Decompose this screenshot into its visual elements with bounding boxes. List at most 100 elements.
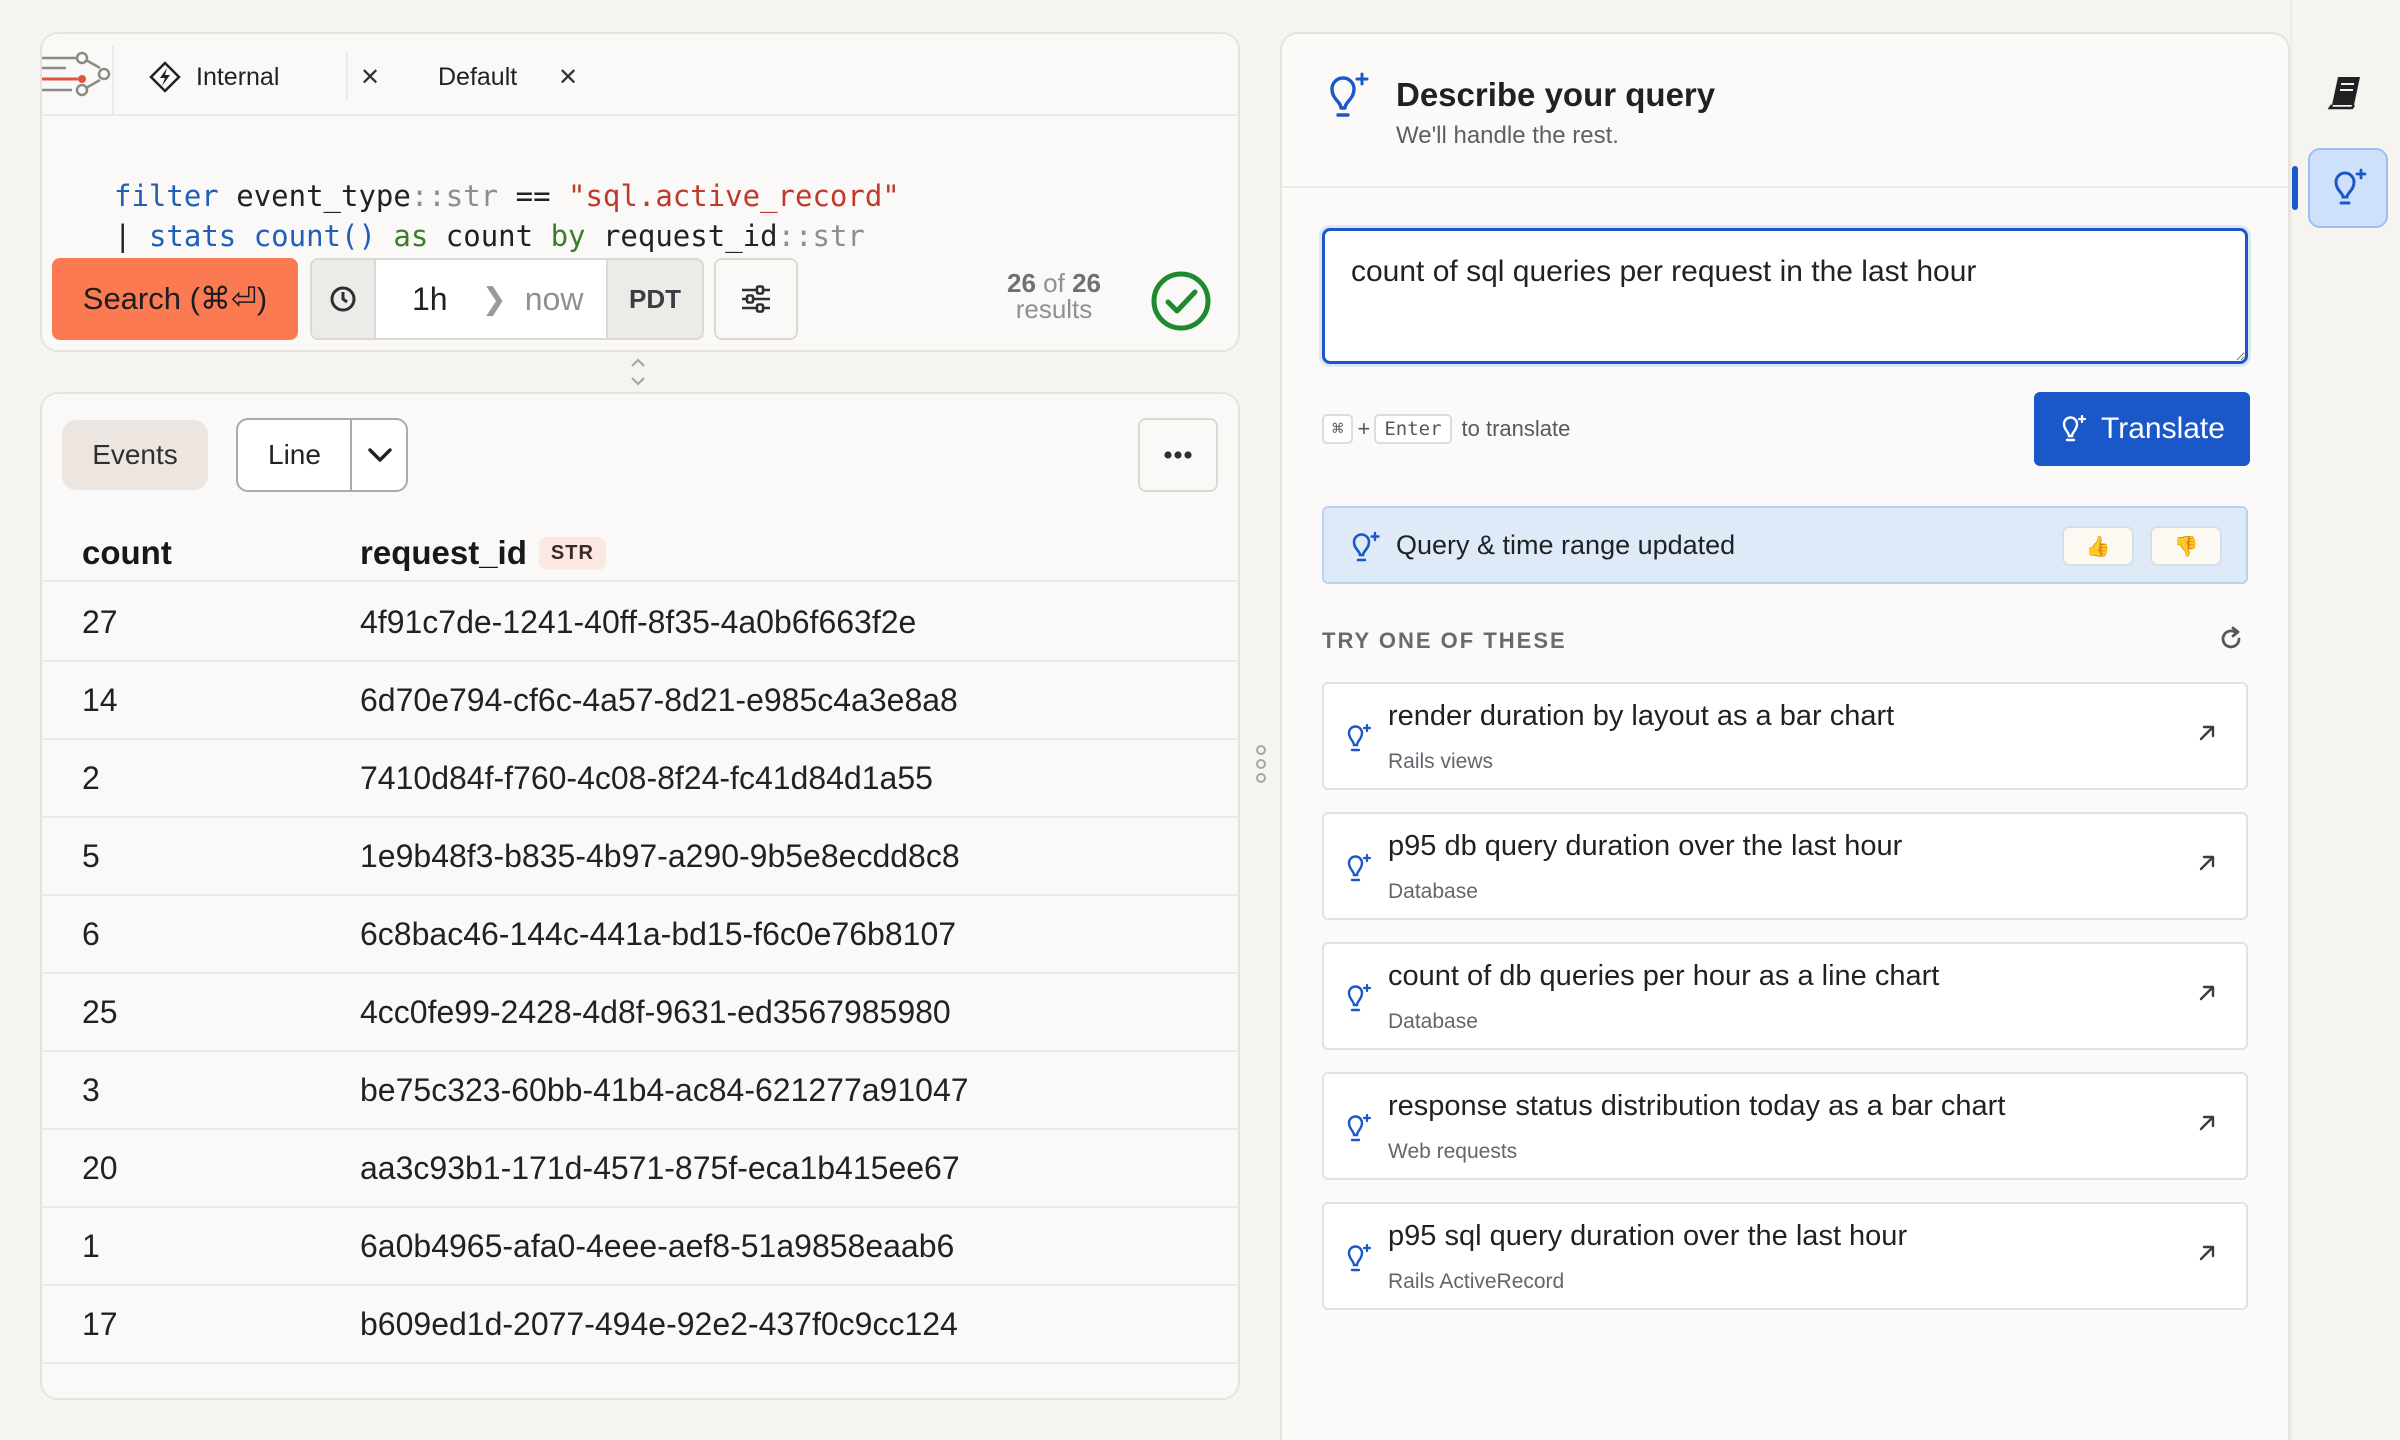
arrow-up-right-icon [2196, 1242, 2218, 1269]
suggestion-card[interactable]: p95 db query duration over the last hour… [1322, 812, 2248, 920]
table-row[interactable]: 20 aa3c93b1-171d-4571-875f-eca1b415ee67 [42, 1130, 1238, 1208]
lightbulb-sparkle-icon [1344, 852, 1372, 889]
search-button[interactable]: Search (⌘⏎) [52, 258, 298, 340]
enter-key: Enter [1374, 414, 1452, 444]
code-token: as [393, 219, 429, 253]
tab-internal[interactable]: Internal [148, 56, 279, 98]
table-row[interactable]: 6 6c8bac46-144c-441a-bd15-f6c0e76b8107 [42, 896, 1238, 974]
table-row[interactable]: 14 6d70e794-cf6c-4a57-8d21-e985c4a3e8a8 [42, 662, 1238, 740]
cell-count: 27 [82, 603, 118, 640]
suggestion-card[interactable]: response status distribution today as a … [1322, 1072, 2248, 1180]
cell-count: 5 [82, 837, 100, 874]
cell-count: 2 [82, 759, 100, 796]
close-icon[interactable]: ✕ [360, 56, 380, 98]
thumbs-up-button[interactable]: 👍 [2062, 526, 2134, 566]
hint-text: to translate [1461, 416, 1571, 441]
status-text: Query & time range updated [1396, 529, 1736, 560]
events-button[interactable]: Events [62, 420, 208, 490]
cell-request-id: 6d70e794-cf6c-4a57-8d21-e985c4a3e8a8 [360, 681, 958, 718]
table-header: count request_id STR [42, 524, 1238, 582]
lightbulb-sparkle-icon [1344, 982, 1372, 1019]
close-icon[interactable]: ✕ [558, 56, 578, 98]
command-key: ⌘ [1322, 414, 1354, 444]
chevron-down-icon[interactable] [352, 420, 406, 490]
hint-plus: + [1357, 416, 1371, 441]
cell-count: 6 [82, 915, 100, 952]
translate-button[interactable]: Translate [2034, 392, 2250, 466]
results-label: results [1015, 294, 1093, 324]
arrow-up-right-icon [2196, 852, 2218, 879]
tab-label: Internal [196, 62, 280, 91]
cell-request-id: 7410d84f-f760-4c08-8f24-fc41d84d1a55 [360, 759, 933, 796]
refresh-icon[interactable] [2218, 626, 2244, 657]
book-icon[interactable] [2326, 72, 2366, 117]
code-token: == [515, 179, 551, 213]
lightbulb-sparkle-icon [2059, 414, 2087, 444]
code-token: stats [148, 219, 237, 253]
dataset-flow-icon[interactable] [42, 46, 114, 116]
cell-request-id: b609ed1d-2077-494e-92e2-437f0c9cc124 [360, 1305, 958, 1342]
ellipsis-icon[interactable] [1138, 418, 1218, 492]
code-token: request_id [602, 219, 778, 253]
time-range-picker[interactable]: 1h ❯ now PDT [310, 258, 704, 340]
type-badge: STR [538, 536, 606, 570]
suggestion-card[interactable]: count of db queries per hour as a line c… [1322, 942, 2248, 1050]
column-header-count[interactable]: count [82, 524, 172, 582]
visualization-select-value: Line [268, 439, 321, 470]
column-header-label: count [82, 534, 172, 571]
table-row[interactable]: 25 4cc0fe99-2428-4d8f-9631-ed3567985980 [42, 974, 1238, 1052]
table-row[interactable]: 2 7410d84f-f760-4c08-8f24-fc41d84d1a55 [42, 740, 1238, 818]
cell-request-id: be75c323-60bb-41b4-ac84-621277a91047 [360, 1071, 969, 1108]
suggestion-title: render duration by layout as a bar chart [1388, 700, 1895, 732]
suggestion-card[interactable]: p95 sql query duration over the last hou… [1322, 1202, 2248, 1310]
assistant-subtitle: We'll handle the rest. [1396, 122, 1619, 149]
code-token: count() [253, 219, 376, 253]
check-circle-icon [1150, 270, 1212, 337]
tabs-bar: Internal ✕ Default ✕ [42, 34, 1238, 116]
panel-resize-handle[interactable] [1254, 744, 1268, 789]
lightbulb-sparkle-icon [1344, 1242, 1372, 1279]
natural-language-query-input[interactable]: count of sql queries per request in the … [1322, 228, 2248, 364]
tab-divider [346, 52, 348, 100]
query-assistant-panel: Describe your query We'll handle the res… [1280, 32, 2290, 1440]
time-to: now [524, 280, 584, 317]
assistant-header: Describe your query We'll handle the res… [1282, 34, 2288, 188]
clock-icon[interactable] [312, 260, 376, 338]
timezone-button[interactable]: PDT [606, 260, 702, 338]
keyboard-hint: ⌘ + Enter to translate [1322, 414, 1570, 444]
cell-request-id: 6c8bac46-144c-441a-bd15-f6c0e76b8107 [360, 915, 957, 952]
code-token: | [114, 219, 132, 253]
query-code-editor[interactable]: filter event_type::str == "sql.active_re… [114, 176, 900, 256]
sliders-icon[interactable] [714, 258, 798, 340]
thumbs-down-button[interactable]: 👎 [2150, 526, 2222, 566]
status-banner: Query & time range updated 👍 👎 [1322, 506, 2248, 584]
cell-request-id: 4cc0fe99-2428-4d8f-9631-ed3567985980 [360, 993, 951, 1030]
tab-default[interactable]: Default [438, 56, 517, 98]
table-row[interactable]: 1 6a0b4965-afa0-4eee-aef8-51a9858eaab6 [42, 1208, 1238, 1286]
arrow-up-right-icon [2196, 1112, 2218, 1139]
cell-count: 25 [82, 993, 118, 1030]
chevron-right-icon: ❯ [481, 282, 507, 316]
suggestion-title: p95 sql query duration over the last hou… [1388, 1220, 1908, 1252]
cell-request-id: 1e9b48f3-b835-4b97-a290-9b5e8ecdd8c8 [360, 837, 960, 874]
arrow-up-right-icon [2196, 722, 2218, 749]
cell-count: 14 [82, 681, 118, 718]
lightbulb-sparkle-icon[interactable] [2308, 148, 2388, 228]
assistant-title: Describe your query [1396, 76, 1716, 113]
suggestion-card[interactable]: render duration by layout as a bar chart… [1322, 682, 2248, 790]
resize-handle[interactable] [628, 356, 648, 390]
translate-button-label: Translate [2101, 412, 2225, 445]
code-token: ::str [777, 219, 865, 253]
visualization-select[interactable]: Line [236, 418, 408, 492]
suggestion-source: Rails ActiveRecord [1388, 1270, 1565, 1293]
table-row[interactable]: 3 be75c323-60bb-41b4-ac84-621277a91047 [42, 1052, 1238, 1130]
code-token: filter [114, 179, 219, 213]
table-row[interactable]: 17 b609ed1d-2077-494e-92e2-437f0c9cc124 [42, 1286, 1238, 1364]
app-root: Internal ✕ Default ✕ filter event_type::… [0, 0, 2400, 1440]
table-row[interactable]: 5 1e9b48f3-b835-4b97-a290-9b5e8ecdd8c8 [42, 818, 1238, 896]
lightbulb-sparkle-icon [1322, 70, 1372, 129]
time-range-value[interactable]: 1h ❯ now [412, 260, 583, 338]
column-header-request-id[interactable]: request_id STR [360, 524, 606, 582]
table-row[interactable]: 27 4f91c7de-1241-40ff-8f35-4a0b6f663f2e [42, 584, 1238, 662]
code-token: by [550, 219, 586, 253]
